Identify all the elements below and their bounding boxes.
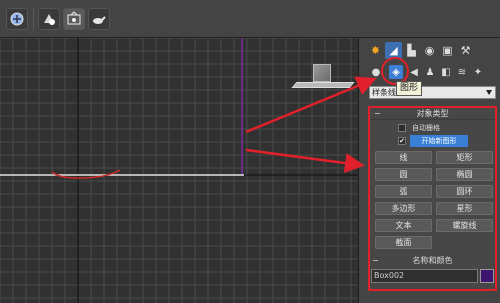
cameras-icon[interactable]: ♟ xyxy=(423,65,437,79)
spline-shape xyxy=(51,169,121,179)
name-and-color-title[interactable]: 名称和颜色 xyxy=(368,256,497,266)
create-tab-icon[interactable]: ✸ xyxy=(367,42,384,59)
ngon-button[interactable]: 多边形 xyxy=(375,202,432,215)
rectangle-button[interactable]: 矩形 xyxy=(436,151,493,164)
circle-button[interactable]: 圆 xyxy=(375,168,432,181)
auto-grid-row: 自动栅格 xyxy=(370,122,495,134)
main-toolbar xyxy=(0,0,500,38)
object-type-title[interactable]: 对象类型 xyxy=(370,108,495,120)
category-dropdown-value: 样条线 xyxy=(372,88,396,97)
section-button[interactable]: 截面 xyxy=(375,236,432,249)
category-dropdown[interactable]: 样条线 xyxy=(369,86,496,99)
helpers-icon[interactable]: ◧ xyxy=(439,65,453,79)
object-name-input[interactable]: Box002 xyxy=(371,269,478,283)
line-button[interactable]: 线 xyxy=(375,151,432,164)
ellipse-button[interactable]: 椭圆 xyxy=(436,168,493,181)
rendered-frame-window-icon[interactable] xyxy=(63,8,85,30)
hierarchy-tab-icon[interactable]: ▙ xyxy=(403,42,420,59)
star-button[interactable]: 星形 xyxy=(436,202,493,215)
auto-grid-label: 自动栅格 xyxy=(412,124,440,132)
start-new-shape-checkbox[interactable]: ✔ xyxy=(398,137,406,145)
motion-tab-icon[interactable]: ◉ xyxy=(421,42,438,59)
viewport-plane xyxy=(291,82,355,88)
auto-grid-checkbox[interactable] xyxy=(398,124,406,132)
viewport-top[interactable] xyxy=(0,38,358,303)
shapes-tooltip: 图形 xyxy=(396,81,423,96)
space-warps-icon[interactable]: ≋ xyxy=(455,65,469,79)
display-tab-icon[interactable]: ▣ xyxy=(439,42,456,59)
helix-button[interactable]: 螺旋线 xyxy=(436,219,493,232)
render-setup-icon[interactable] xyxy=(6,8,28,30)
utilities-tab-icon[interactable]: ⚒ xyxy=(457,42,474,59)
object-color-swatch[interactable] xyxy=(480,269,494,283)
donut-button[interactable]: 圆环 xyxy=(436,185,493,198)
chevron-down-icon xyxy=(486,90,492,95)
arc-button[interactable]: 弧 xyxy=(375,185,432,198)
start-new-shape-button[interactable]: 开始新图形 xyxy=(410,135,468,147)
toolbar-divider xyxy=(33,7,34,31)
render-production-icon[interactable] xyxy=(88,8,110,30)
command-panel: ✸ ◢ ▙ ◉ ▣ ⚒ ● ◈ ◀ ♟ ◧ ≋ ✦ 图形 样条线 − 对象类型 … xyxy=(358,38,500,303)
render-frame-icon[interactable] xyxy=(38,8,60,30)
lights-icon[interactable]: ◀ xyxy=(407,65,421,79)
viewport-grid xyxy=(0,38,358,303)
viewcube-icon[interactable] xyxy=(313,64,331,82)
systems-icon[interactable]: ✦ xyxy=(471,65,485,79)
start-new-shape-row: ✔ 开始新图形 xyxy=(370,135,495,147)
text-button[interactable]: 文本 xyxy=(375,219,432,232)
